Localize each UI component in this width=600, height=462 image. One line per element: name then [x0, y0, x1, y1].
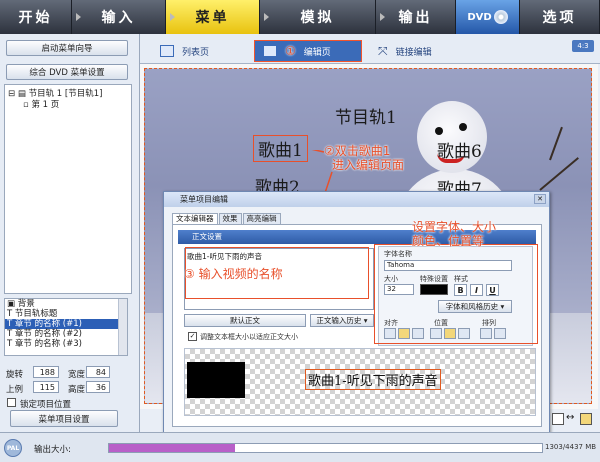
- height-label: 高度: [68, 385, 86, 395]
- layer-item-chapter-3[interactable]: T 章节 的名称 (#3): [5, 339, 127, 349]
- tab-link-edit[interactable]: ⤧ 链接编辑: [372, 40, 438, 62]
- height-field[interactable]: 36: [86, 381, 110, 393]
- arrow-icon: [76, 13, 81, 21]
- lock-position-checkbox[interactable]: [7, 398, 16, 407]
- disc-usage-fill: [109, 444, 235, 452]
- list-icon: [160, 45, 174, 57]
- dvd-menu-settings-button[interactable]: 综合 DVD 菜单设置: [6, 64, 128, 80]
- edit-icon: [263, 45, 277, 57]
- editor-subtabs: 列表页 ① 编辑页 ⤧ 链接编辑: [140, 34, 600, 64]
- arrow-icon: [380, 13, 385, 21]
- tab-output[interactable]: 输出: [376, 0, 456, 34]
- close-icon[interactable]: ✕: [534, 194, 546, 204]
- layer-list[interactable]: ▣ 背景 T 节目轨标题 T 章节 的名称 (#1) T 章节 的名称 (#2)…: [4, 298, 128, 356]
- link-icon: ⤧: [378, 43, 388, 58]
- annotation-step3: ③ 输入视频的名称: [184, 267, 283, 281]
- width-field[interactable]: 84: [86, 366, 110, 378]
- tab-simulate[interactable]: 模拟: [260, 0, 376, 34]
- tab-options[interactable]: 选项: [520, 0, 600, 34]
- tree-branch: [549, 126, 563, 161]
- tab-dvd[interactable]: DVD: [456, 0, 520, 34]
- disc-icon: [493, 10, 508, 24]
- text-history-dropdown[interactable]: 正文输入历史 ▾: [310, 314, 374, 327]
- menu-wizard-button[interactable]: 启动菜单向导: [6, 40, 128, 56]
- dialog-titlebar: 菜单项目编辑 ✕: [164, 192, 549, 207]
- layout-icon[interactable]: [580, 413, 592, 425]
- tab-input[interactable]: 输入: [72, 0, 166, 34]
- arrow-icon: [170, 13, 175, 21]
- layer-item-chapter-1[interactable]: T 章节 的名称 (#1): [5, 319, 127, 329]
- lock-position-label: 锁定项目位置: [20, 400, 72, 410]
- preview-text: 歌曲1-听见下雨的声音: [305, 369, 441, 390]
- tab-list-page[interactable]: 列表页: [154, 40, 215, 62]
- tab-menu[interactable]: 菜单: [166, 0, 260, 34]
- annotation-box-font: [374, 244, 538, 344]
- disc-usage-bar: [108, 443, 543, 453]
- track-title-text[interactable]: 节目轨1: [335, 103, 397, 128]
- snowman-eye: [459, 123, 467, 131]
- tab-edit-page[interactable]: ① 编辑页: [254, 40, 362, 62]
- annotation-font-line2: 颜色、位置等: [412, 234, 485, 248]
- output-size-label: 输出大小:: [34, 445, 71, 455]
- status-bar: PAL 输出大小: 1303/4437 MB: [0, 432, 600, 462]
- layer-item-chapter-2[interactable]: T 章节 的名称 (#2): [5, 329, 127, 339]
- top-label: 上例: [6, 385, 24, 395]
- snowman-eye: [435, 127, 443, 135]
- tree-branch: [539, 157, 579, 191]
- project-tree[interactable]: ⊟ ▤ 节目轨 1 [节目轨1] ▫ 第 1 页: [4, 84, 132, 294]
- layer-item-track-title[interactable]: T 节目轨标题: [5, 309, 127, 319]
- rotate-label: 旋转: [6, 370, 24, 380]
- layer-list-scrollbar[interactable]: [118, 299, 127, 355]
- resize-icon[interactable]: ↔: [566, 413, 578, 425]
- main-toolbar: 开始 输入 菜单 模拟 输出 DVD 选项: [0, 0, 600, 34]
- aspect-ratio-badge[interactable]: 4:3: [572, 40, 594, 52]
- menu-item-song6[interactable]: 歌曲6: [437, 137, 482, 162]
- step1-marker: ①: [285, 44, 296, 58]
- text-preview: 歌曲1-听见下雨的声音: [184, 348, 536, 416]
- tab-start[interactable]: 开始: [0, 0, 72, 34]
- pal-badge[interactable]: PAL: [4, 439, 22, 457]
- fit-icon[interactable]: [552, 413, 564, 425]
- preview-thumbnail: [187, 362, 245, 398]
- default-text-button[interactable]: 默认正文: [184, 314, 306, 327]
- rotate-field[interactable]: 188: [33, 366, 59, 378]
- disc-usage-text: 1303/4437 MB: [545, 443, 597, 451]
- width-label: 宽度: [68, 370, 86, 380]
- auto-size-label: 调整文本框大小以适应正文大小: [200, 333, 298, 341]
- arrow-icon: [264, 13, 269, 21]
- top-field[interactable]: 115: [33, 381, 59, 393]
- menu-item-settings-button[interactable]: 菜单项目设置: [10, 410, 118, 427]
- layer-item-background[interactable]: ▣ 背景: [5, 299, 127, 309]
- auto-size-checkbox[interactable]: ✓: [188, 332, 197, 341]
- tree-node-page[interactable]: ▫ 第 1 页: [23, 98, 59, 110]
